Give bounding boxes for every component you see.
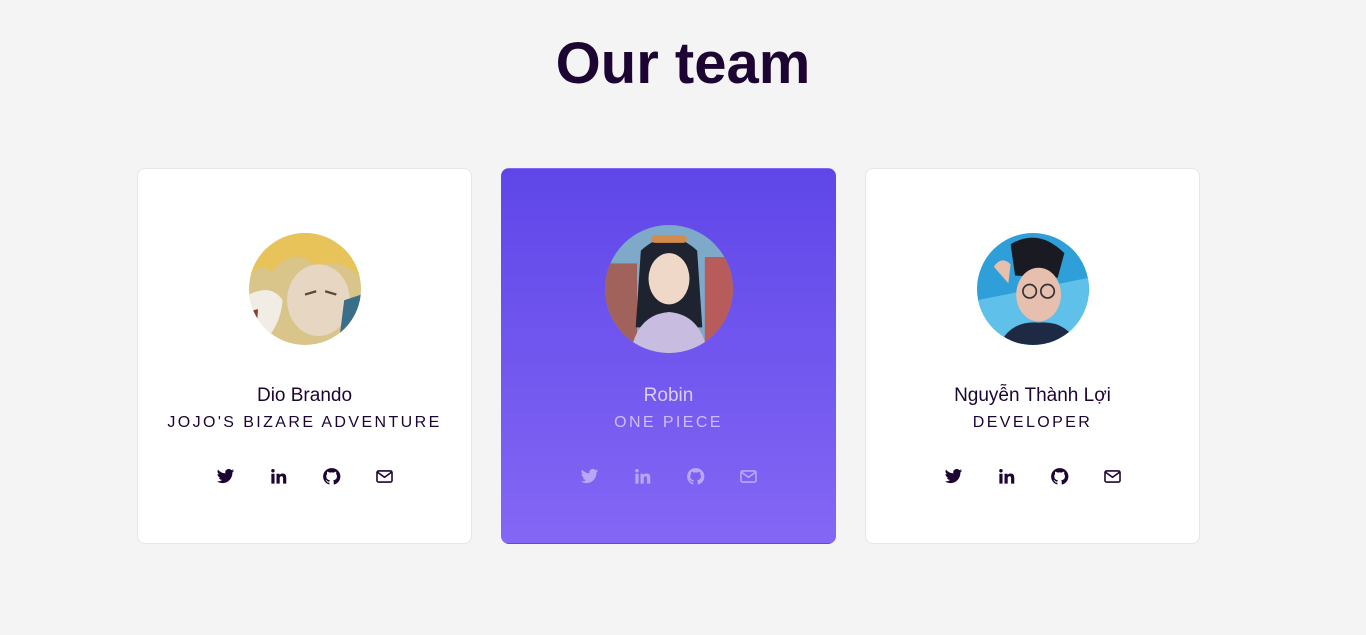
avatar bbox=[248, 233, 361, 345]
avatar-image bbox=[248, 233, 361, 345]
avatar-image bbox=[976, 233, 1089, 345]
member-name: Dio Brando bbox=[256, 385, 353, 406]
member-name: Robin bbox=[643, 385, 694, 406]
github-icon[interactable] bbox=[1049, 466, 1069, 486]
member-role: ONE PIECE bbox=[614, 414, 723, 431]
github-icon[interactable] bbox=[685, 466, 705, 486]
linkedin-icon[interactable] bbox=[996, 466, 1016, 486]
linkedin-icon[interactable] bbox=[268, 466, 288, 486]
avatar-image bbox=[604, 225, 733, 353]
twitter-icon[interactable] bbox=[943, 466, 963, 486]
team-card-robin[interactable]: Robin ONE PIECE bbox=[501, 168, 836, 544]
social-links bbox=[502, 466, 835, 486]
avatar bbox=[604, 225, 733, 353]
team-card-dio[interactable]: Dio Brando JOJO'S BIZARE ADVENTURE bbox=[137, 168, 472, 544]
page-title: Our team bbox=[555, 31, 811, 96]
mail-icon[interactable] bbox=[738, 466, 758, 486]
twitter-icon[interactable] bbox=[215, 466, 235, 486]
social-links bbox=[866, 466, 1199, 486]
linkedin-icon[interactable] bbox=[632, 466, 652, 486]
avatar bbox=[976, 233, 1089, 345]
github-icon[interactable] bbox=[321, 466, 341, 486]
member-name: Nguyễn Thành Lợi bbox=[954, 385, 1111, 406]
team-page: Our team Dio Brando JOJO'S BIZARE ADVENT… bbox=[0, 0, 1366, 635]
team-card-loi[interactable]: Nguyễn Thành Lợi DEVELOPER bbox=[865, 168, 1200, 544]
team-cards: Dio Brando JOJO'S BIZARE ADVENTURE Robin… bbox=[137, 168, 1200, 544]
member-role: DEVELOPER bbox=[972, 414, 1093, 431]
mail-icon[interactable] bbox=[1102, 466, 1122, 486]
twitter-icon[interactable] bbox=[579, 466, 599, 486]
mail-icon[interactable] bbox=[374, 466, 394, 486]
social-links bbox=[138, 466, 471, 486]
member-role: JOJO'S BIZARE ADVENTURE bbox=[167, 414, 442, 431]
